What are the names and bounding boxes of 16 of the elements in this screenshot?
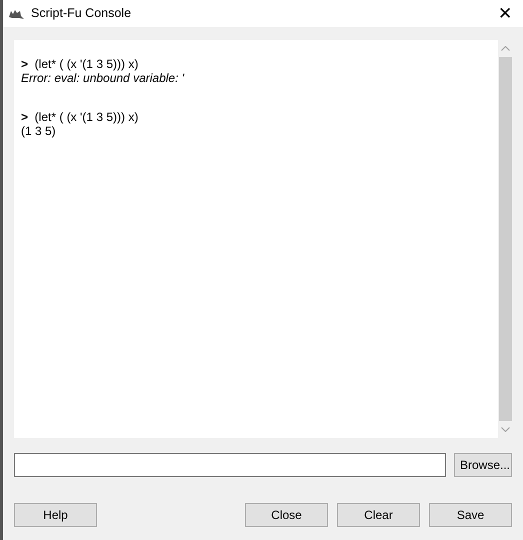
dialog-button[interactable]: Close (245, 503, 328, 527)
dialog-button[interactable]: Clear (337, 503, 420, 527)
command-line: > (let* ( (x '(1 3 5))) x) (21, 110, 140, 124)
browse-button[interactable]: Browse... (454, 453, 512, 477)
scroll-thumb[interactable] (498, 57, 512, 421)
dialog-button[interactable]: Save (429, 503, 512, 527)
scroll-up-icon[interactable] (500, 46, 510, 51)
app-icon (8, 8, 25, 20)
error-message: Error: eval: unbound variable: ' (21, 71, 186, 85)
result-line: (1 3 5) (21, 124, 57, 138)
close-button[interactable]: ✕ (487, 0, 523, 27)
dialog-button[interactable]: Help (14, 503, 97, 527)
command-input[interactable] (14, 453, 446, 477)
scroll-down-icon[interactable] (500, 427, 510, 432)
command-line: > (let* ( (x '(1 3 5))) x) (21, 57, 140, 71)
window-title: Script-Fu Console (31, 5, 132, 22)
